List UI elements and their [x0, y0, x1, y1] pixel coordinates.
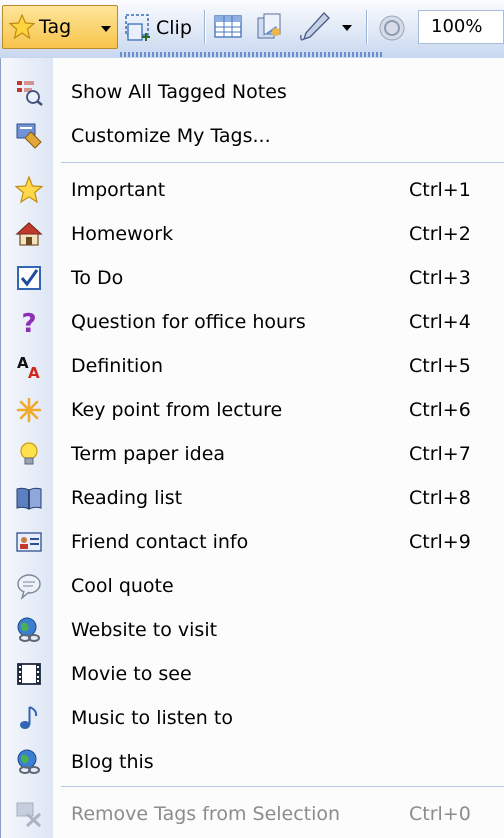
menu-item-label: Customize My Tags... — [71, 125, 271, 147]
globe-link-icon — [17, 617, 40, 642]
menu-item-term-paper-idea[interactable]: Term paper idea Ctrl+7 — [1, 434, 504, 474]
menu-item-label: Music to listen to — [71, 707, 233, 729]
menu-item-shortcut: Ctrl+7 — [409, 443, 471, 465]
star-icon — [9, 14, 35, 40]
clip-button-label: Clip — [156, 17, 192, 39]
menu-item-blog-this[interactable]: Blog this — [1, 742, 504, 782]
menu-item-reading-list[interactable]: Reading list Ctrl+8 — [1, 478, 504, 518]
menu-item-label: To Do — [71, 267, 124, 289]
open-book-icon — [16, 487, 42, 510]
menu-separator — [61, 786, 504, 787]
menu-item-definition[interactable]: A A Definition Ctrl+5 — [1, 346, 504, 386]
menu-item-shortcut: Ctrl+5 — [409, 355, 471, 377]
music-note-icon — [20, 706, 38, 729]
toolbar-separator — [366, 10, 367, 44]
menu-item-friend-contact-info[interactable]: Friend contact info Ctrl+9 — [1, 522, 504, 562]
menu-item-question-for-office-hours[interactable]: ? Question for office hours Ctrl+4 — [1, 302, 504, 342]
zoom-value: 100% — [431, 16, 483, 37]
menu-item-label: Definition — [71, 355, 164, 377]
menu-item-shortcut: Ctrl+8 — [409, 487, 471, 509]
menu-item-label: Website to visit — [71, 619, 218, 641]
menu-item-label: Movie to see — [71, 663, 192, 685]
menu-item-shortcut: Ctrl+4 — [409, 311, 471, 333]
menu-item-homework[interactable]: Homework Ctrl+2 — [1, 214, 504, 254]
tag-dropdown-menu: Show All Tagged Notes Customize My Tags.… — [0, 58, 504, 838]
chevron-down-icon[interactable] — [342, 24, 352, 32]
menu-item-label: Remove Tags from Selection — [71, 803, 341, 825]
menu-item-label: Friend contact info — [71, 531, 249, 553]
menu-item-show-all-tagged-notes[interactable]: Show All Tagged Notes — [1, 72, 504, 112]
toolbar-grip[interactable] — [120, 52, 384, 57]
menu-item-remove-tags-from-selection[interactable]: Remove Tags from Selection Ctrl+0 — [1, 794, 504, 834]
remove-tags-icon — [16, 802, 42, 828]
pen-button[interactable] — [298, 10, 356, 44]
table-icon[interactable] — [214, 14, 242, 40]
tag-button[interactable]: Tag — [2, 5, 118, 49]
menu-item-label: Question for office hours — [71, 311, 306, 333]
contact-card-icon — [16, 532, 42, 552]
asterisk-icon — [16, 397, 42, 423]
menu-item-label: Cool quote — [71, 575, 174, 597]
toolbar: Tag Clip 100% — [0, 0, 504, 58]
speech-bubble-icon — [17, 574, 41, 600]
menu-item-label: Homework — [71, 223, 174, 245]
definition-letters-icon: A A — [17, 354, 40, 380]
menu-item-shortcut: Ctrl+9 — [409, 531, 471, 553]
sync-status-icon[interactable] — [378, 14, 406, 42]
checkbox-icon — [17, 266, 41, 290]
menu-separator — [61, 162, 504, 163]
menu-item-key-point-from-lecture[interactable]: Key point from lecture Ctrl+6 — [1, 390, 504, 430]
chevron-down-icon[interactable] — [101, 25, 111, 33]
menu-item-shortcut: Ctrl+6 — [409, 399, 471, 421]
menu-item-movie-to-see[interactable]: Movie to see — [1, 654, 504, 694]
menu-item-label: Blog this — [71, 751, 154, 773]
menu-item-label: Important — [71, 179, 166, 201]
insert-file-icon[interactable] — [254, 12, 286, 42]
tagged-notes-search-icon — [17, 81, 43, 106]
globe-link-icon — [17, 749, 40, 774]
menu-item-shortcut: Ctrl+2 — [409, 223, 471, 245]
menu-item-music-to-listen-to[interactable]: Music to listen to — [1, 698, 504, 738]
tag-button-label: Tag — [39, 16, 72, 38]
menu-item-cool-quote[interactable]: Cool quote — [1, 566, 504, 606]
star-icon — [15, 176, 43, 204]
menu-item-website-to-visit[interactable]: Website to visit — [1, 610, 504, 650]
film-icon — [17, 663, 41, 685]
customize-tags-icon — [16, 123, 42, 149]
toolbar-separator — [204, 10, 205, 44]
house-icon — [15, 222, 43, 246]
question-mark-icon: ? — [21, 309, 36, 336]
svg-text:A: A — [28, 364, 40, 380]
lightbulb-icon — [20, 442, 38, 465]
menu-item-label: Term paper idea — [71, 443, 226, 465]
menu-item-to-do[interactable]: To Do Ctrl+3 — [1, 258, 504, 298]
pen-icon — [300, 12, 330, 41]
svg-text:?: ? — [21, 309, 36, 336]
menu-item-label: Reading list — [71, 487, 183, 509]
menu-item-customize-my-tags[interactable]: Customize My Tags... — [1, 116, 504, 156]
zoom-level-box[interactable]: 100% — [418, 10, 504, 44]
menu-item-shortcut: Ctrl+0 — [409, 803, 471, 825]
clip-button[interactable]: Clip — [124, 8, 200, 48]
menu-item-label: Show All Tagged Notes — [71, 81, 287, 103]
menu-item-shortcut: Ctrl+3 — [409, 267, 471, 289]
menu-item-shortcut: Ctrl+1 — [409, 179, 471, 201]
menu-item-label: Key point from lecture — [71, 399, 283, 421]
clip-icon — [125, 14, 150, 41]
menu-item-important[interactable]: Important Ctrl+1 — [1, 170, 504, 210]
